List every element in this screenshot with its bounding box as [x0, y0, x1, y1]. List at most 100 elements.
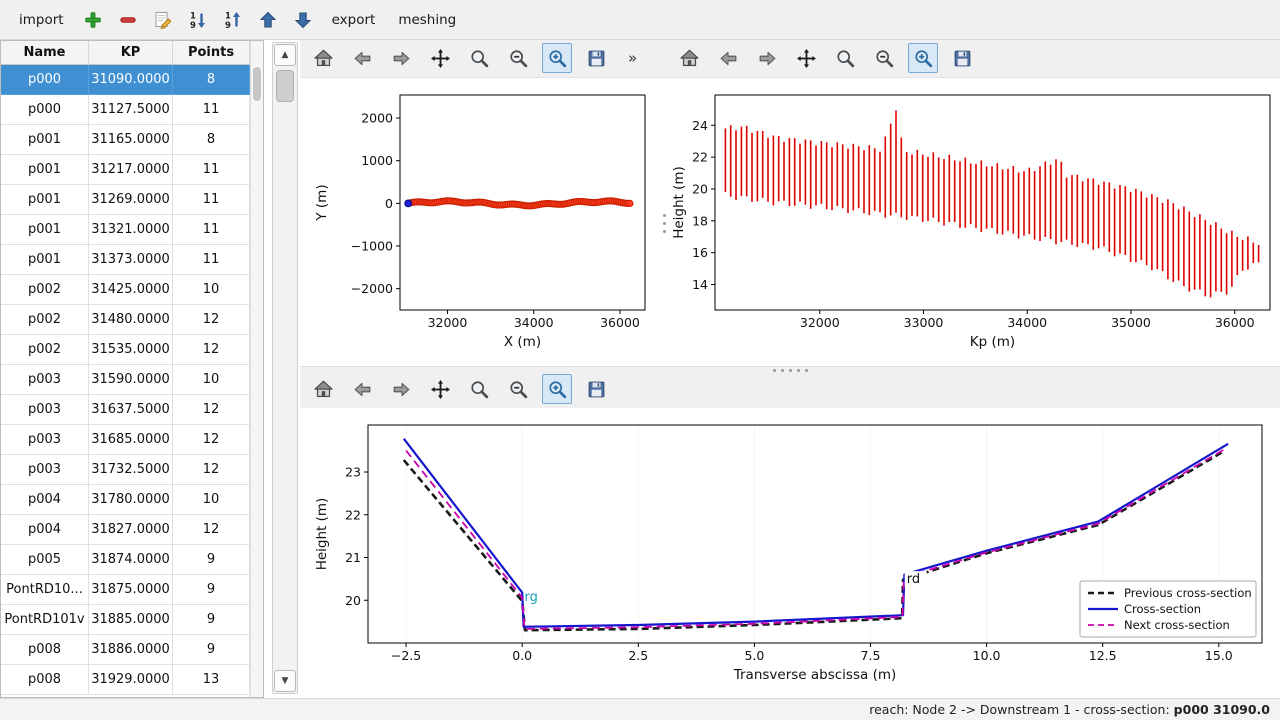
- table-cell[interactable]: p001: [1, 215, 89, 245]
- table-cell[interactable]: p000: [1, 95, 89, 125]
- table-cell[interactable]: 11: [173, 155, 250, 185]
- scrollbar-thumb[interactable]: [253, 67, 261, 101]
- table-cell[interactable]: 12: [173, 395, 250, 425]
- table-cell[interactable]: 31637.5000: [89, 395, 173, 425]
- table-row[interactable]: p00131321.000011: [1, 215, 250, 245]
- table-row[interactable]: p00131165.00008: [1, 125, 250, 155]
- table-row[interactable]: p00831929.000013: [1, 665, 250, 695]
- table-cell[interactable]: p001: [1, 185, 89, 215]
- table-row[interactable]: p00131217.000011: [1, 155, 250, 185]
- table-cell[interactable]: p004: [1, 515, 89, 545]
- back-button[interactable]: [347, 43, 377, 73]
- add-section-button[interactable]: [80, 7, 106, 33]
- table-cell[interactable]: p002: [1, 275, 89, 305]
- table-cell[interactable]: 31217.0000: [89, 155, 173, 185]
- table-cell[interactable]: p000: [1, 65, 89, 95]
- table-cell[interactable]: p004: [1, 485, 89, 515]
- table-cell[interactable]: p008: [1, 635, 89, 665]
- move-down-button[interactable]: [290, 7, 316, 33]
- table-cell[interactable]: 12: [173, 335, 250, 365]
- table-cell[interactable]: p001: [1, 125, 89, 155]
- table-cell[interactable]: PontRD10...: [1, 575, 89, 605]
- table-cell[interactable]: 9: [173, 635, 250, 665]
- table-cell[interactable]: 9: [173, 605, 250, 635]
- table-cell[interactable]: 8: [173, 125, 250, 155]
- table-cell[interactable]: 8: [173, 65, 250, 95]
- scroll-up-button[interactable]: ▲: [274, 44, 296, 66]
- table-cell[interactable]: 31886.0000: [89, 635, 173, 665]
- export-button[interactable]: export: [325, 8, 383, 32]
- table-row[interactable]: p00331685.000012: [1, 425, 250, 455]
- scroll-down-button[interactable]: ▼: [274, 670, 296, 692]
- longitudinal-profile-canvas[interactable]: 3200033000340003500036000141618202224Kp …: [668, 80, 1280, 366]
- table-row[interactable]: p00331637.500012: [1, 395, 250, 425]
- table-cell[interactable]: 31535.0000: [89, 335, 173, 365]
- save-button[interactable]: [947, 43, 977, 73]
- table-cell[interactable]: 31590.0000: [89, 365, 173, 395]
- forward-button[interactable]: [386, 374, 416, 404]
- table-row[interactable]: p00331590.000010: [1, 365, 250, 395]
- table-cell[interactable]: 12: [173, 425, 250, 455]
- table-row[interactable]: p00031127.500011: [1, 95, 250, 125]
- table-row[interactable]: p00131373.000011: [1, 245, 250, 275]
- zoom-button[interactable]: [464, 374, 494, 404]
- sort-descending-button[interactable]: 19: [220, 7, 246, 33]
- table-cell[interactable]: 31321.0000: [89, 215, 173, 245]
- table-cell[interactable]: 11: [173, 185, 250, 215]
- table-cell[interactable]: 12: [173, 305, 250, 335]
- table-cell[interactable]: 11: [173, 215, 250, 245]
- zoom-button[interactable]: [830, 43, 860, 73]
- table-cell[interactable]: p008: [1, 665, 89, 695]
- table-cell[interactable]: 9: [173, 575, 250, 605]
- table-cell[interactable]: p003: [1, 455, 89, 485]
- table-cell[interactable]: 10: [173, 275, 250, 305]
- table-cell[interactable]: 31732.5000: [89, 455, 173, 485]
- table-cell[interactable]: 31269.0000: [89, 185, 173, 215]
- table-cell[interactable]: 12: [173, 515, 250, 545]
- table-cell[interactable]: 13: [173, 665, 250, 695]
- home-button[interactable]: [308, 374, 338, 404]
- table-cell[interactable]: p003: [1, 425, 89, 455]
- table-row[interactable]: p00831886.00009: [1, 635, 250, 665]
- column-header-name[interactable]: Name: [1, 41, 89, 64]
- column-header-points[interactable]: Points: [173, 41, 250, 64]
- table-cell[interactable]: p003: [1, 365, 89, 395]
- forward-button[interactable]: [752, 43, 782, 73]
- zoom-in-button[interactable]: [542, 43, 572, 73]
- table-cell[interactable]: 10: [173, 485, 250, 515]
- save-button[interactable]: [581, 374, 611, 404]
- xy-plot-canvas[interactable]: 320003400036000200010000−1000−2000X (m)Y…: [300, 80, 660, 366]
- zoom-out-button[interactable]: [503, 43, 533, 73]
- back-button[interactable]: [713, 43, 743, 73]
- table-cell[interactable]: p001: [1, 155, 89, 185]
- table-cell[interactable]: 9: [173, 545, 250, 575]
- table-cell[interactable]: 31373.0000: [89, 245, 173, 275]
- table-cell[interactable]: 31929.0000: [89, 665, 173, 695]
- table-row[interactable]: p00231535.000012: [1, 335, 250, 365]
- remove-section-button[interactable]: [115, 7, 141, 33]
- table-cell[interactable]: p002: [1, 335, 89, 365]
- scrollbar-thumb[interactable]: [276, 70, 294, 102]
- table-cell[interactable]: 31425.0000: [89, 275, 173, 305]
- table-row[interactable]: p00331732.500012: [1, 455, 250, 485]
- home-button[interactable]: [674, 43, 704, 73]
- table-cell[interactable]: 31685.0000: [89, 425, 173, 455]
- zoom-out-button[interactable]: [869, 43, 899, 73]
- zoom-out-button[interactable]: [503, 374, 533, 404]
- table-cell[interactable]: p001: [1, 245, 89, 275]
- table-row[interactable]: p00431827.000012: [1, 515, 250, 545]
- table-cell[interactable]: 11: [173, 245, 250, 275]
- cross-section-canvas[interactable]: rgrd−2.50.02.55.07.510.012.515.020212223…: [300, 410, 1280, 698]
- column-header-kp[interactable]: KP: [89, 41, 173, 64]
- table-row[interactable]: p00131269.000011: [1, 185, 250, 215]
- zoom-in-button[interactable]: [542, 374, 572, 404]
- table-cell[interactable]: PontRD101v: [1, 605, 89, 635]
- sort-ascending-button[interactable]: 19: [185, 7, 211, 33]
- table-cell[interactable]: 12: [173, 455, 250, 485]
- table-row[interactable]: p00431780.000010: [1, 485, 250, 515]
- pan-button[interactable]: [425, 374, 455, 404]
- pan-button[interactable]: [425, 43, 455, 73]
- vertical-splitter[interactable]: [660, 80, 668, 366]
- table-scrollbar[interactable]: [250, 41, 263, 697]
- table-cell[interactable]: 10: [173, 365, 250, 395]
